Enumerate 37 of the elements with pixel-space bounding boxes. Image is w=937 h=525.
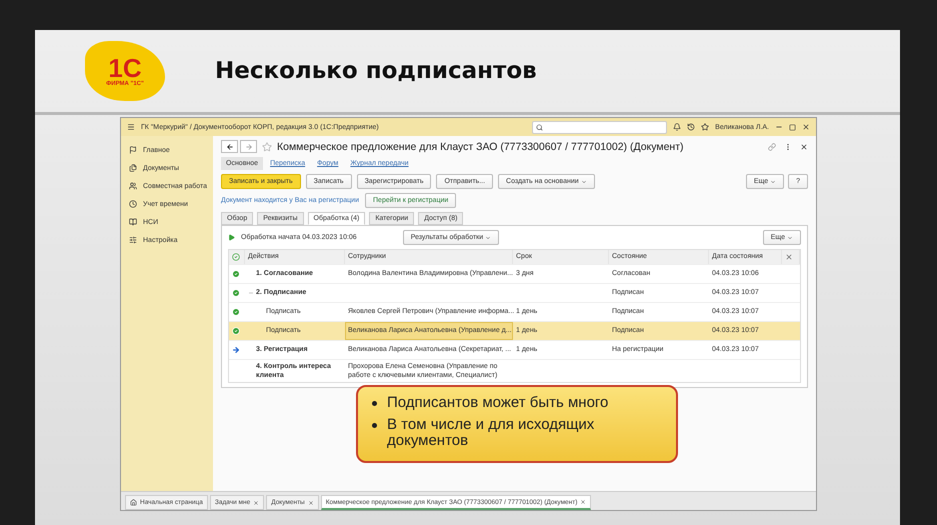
bullet-dot <box>372 401 377 406</box>
close-icon[interactable] <box>308 500 314 506</box>
clock-icon <box>129 200 137 208</box>
slide-title: Несколько подписантов <box>215 58 537 84</box>
flag-icon <box>129 146 137 154</box>
caret-icon <box>787 234 793 240</box>
star-icon[interactable] <box>701 123 710 131</box>
history-icon[interactable] <box>687 123 696 131</box>
callout-text: В том числе и для исходящих документов <box>387 416 596 448</box>
close-icon[interactable] <box>802 123 810 131</box>
logo-mark: 1С <box>108 55 142 81</box>
people-icon <box>129 182 137 190</box>
close-icon[interactable] <box>580 499 586 505</box>
search-field[interactable] <box>532 120 668 134</box>
search-icon <box>536 124 544 130</box>
link-icon[interactable] <box>768 142 776 150</box>
caret-icon <box>770 178 776 184</box>
settings-icon <box>129 236 137 244</box>
arrow-right-icon <box>244 142 252 150</box>
arrow-left-icon <box>226 142 234 150</box>
book-icon <box>129 218 137 226</box>
docs-icon <box>129 164 137 172</box>
maximize-icon[interactable] <box>789 124 796 130</box>
caret-icon <box>485 234 492 240</box>
callout-text: Подписантов может быть много <box>387 395 608 411</box>
caret-icon <box>580 178 587 184</box>
close-icon[interactable] <box>253 500 260 506</box>
star-icon[interactable] <box>262 142 272 152</box>
back-button[interactable] <box>221 140 238 153</box>
check-icon <box>232 253 240 261</box>
document-title: Коммерческое предложение для Клауст ЗАО (7773300607 / 777701002) (Документ) <box>277 140 684 152</box>
play-icon[interactable] <box>228 234 235 241</box>
menu-icon[interactable] <box>127 123 135 131</box>
home-icon <box>130 499 137 506</box>
bell-icon[interactable] <box>673 123 682 131</box>
bullet-dot <box>372 422 377 428</box>
close-icon[interactable] <box>800 142 808 150</box>
